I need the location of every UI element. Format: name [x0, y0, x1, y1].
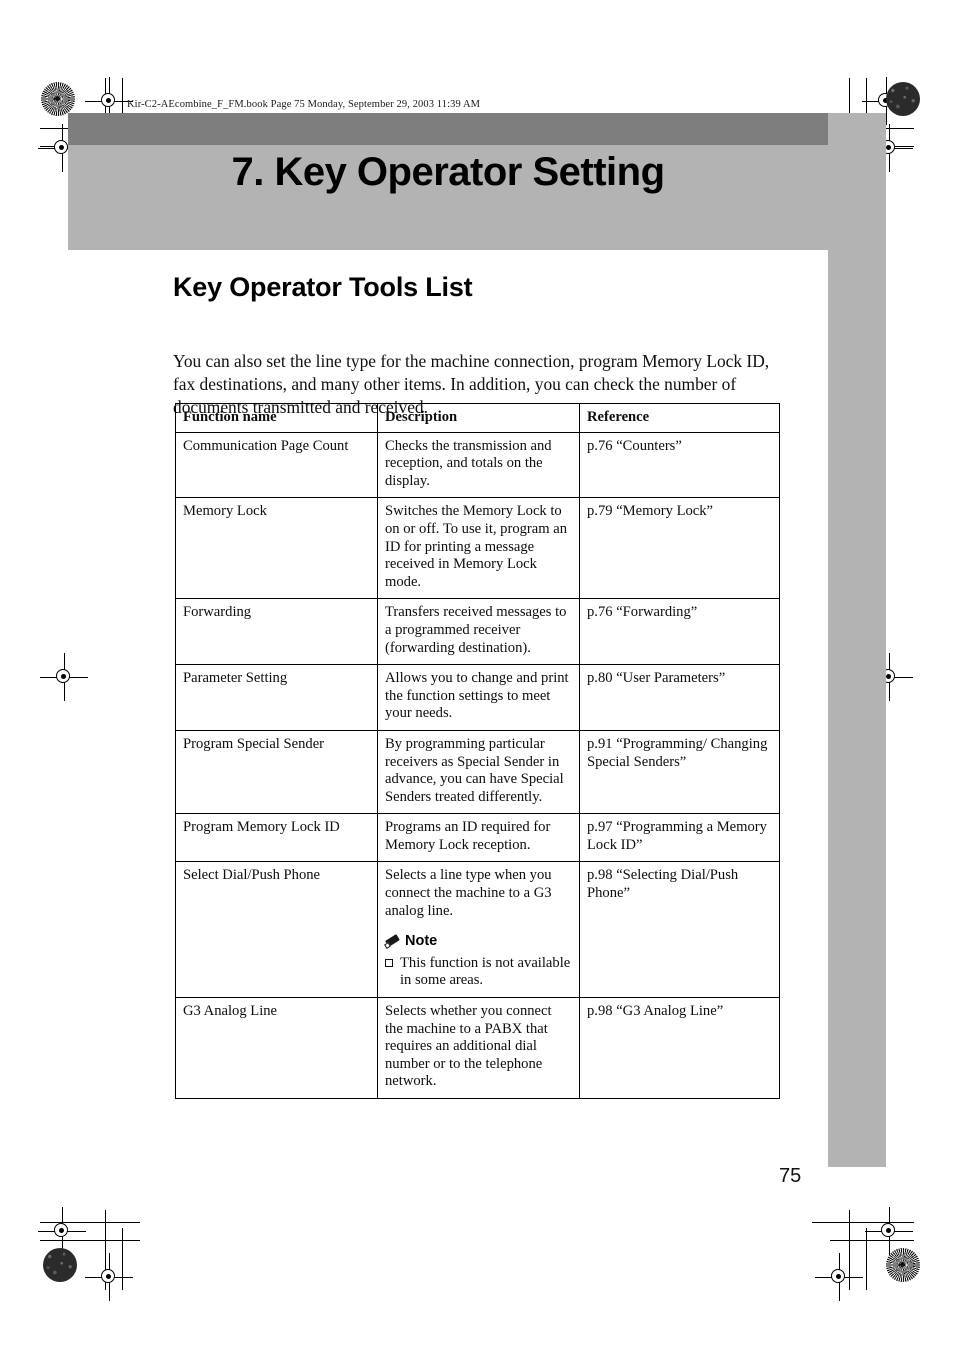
registration-mark [865, 1207, 913, 1255]
cell-reference: p.91 “Programming/ Changing Special Send… [579, 729, 780, 815]
cell-reference: p.79 “Memory Lock” [579, 497, 780, 600]
cell-description: Allows you to change and print the funct… [377, 664, 580, 731]
cell-description-text: Selects a line type when you connect the… [385, 867, 552, 919]
cell-function-name: Parameter Setting [175, 664, 378, 731]
document-page: Kir-C2-AEcombine_F_FM.book Page 75 Monda… [0, 0, 954, 1348]
cell-description: Selects a line type when you connect the… [377, 861, 580, 999]
cell-description: Checks the transmission and reception, a… [377, 431, 580, 499]
density-solid-patch [43, 1248, 77, 1282]
cell-function-name: Memory Lock [175, 497, 378, 600]
column-header-function-name: Function name [175, 403, 378, 433]
note-block: Note This function is not available in s… [384, 933, 572, 990]
density-star-patch [886, 1248, 920, 1282]
section-title: Key Operator Tools List [173, 272, 473, 302]
pencil-icon [384, 934, 400, 949]
cell-description: Transfers received messages to a program… [377, 598, 580, 666]
note-label: Note [405, 933, 438, 950]
note-heading: Note [384, 933, 572, 951]
cell-function-name: Communication Page Count [175, 431, 378, 499]
cell-function-name: G3 Analog Line [175, 997, 378, 1099]
cell-reference: p.98 “Selecting Dial/Push Phone” [579, 861, 780, 999]
cell-description: Selects whether you connect the machine … [377, 997, 580, 1099]
trim-line [866, 1228, 867, 1290]
note-item-text: This function is not available in some a… [400, 954, 571, 989]
cell-description: By programming particular receivers as S… [377, 729, 580, 815]
table-row: Parameter Setting Allows you to change a… [175, 664, 780, 731]
cell-function-name: Program Special Sender [175, 729, 378, 815]
table-header-row: Function name Description Reference [175, 403, 780, 433]
table-row: G3 Analog Line Selects whether you conne… [175, 997, 780, 1099]
column-header-description: Description [377, 403, 580, 433]
table-row: Forwarding Transfers received messages t… [175, 598, 780, 666]
chapter-title: 7. Key Operator Setting [231, 150, 665, 194]
cell-function-name: Program Memory Lock ID [175, 813, 378, 863]
cell-description: Switches the Memory Lock to on or off. T… [377, 497, 580, 600]
table-row: Memory Lock Switches the Memory Lock to … [175, 497, 780, 600]
cell-description: Programs an ID required for Memory Lock … [377, 813, 580, 863]
cell-reference: p.76 “Counters” [579, 431, 780, 499]
density-star-patch [41, 82, 75, 116]
file-header-line: Kir-C2-AEcombine_F_FM.book Page 75 Monda… [127, 99, 481, 110]
registration-mark [40, 653, 88, 701]
chapter-band-dark [68, 113, 828, 145]
cell-reference: p.76 “Forwarding” [579, 598, 780, 666]
square-bullet-icon [385, 958, 393, 967]
page-number: 75 [779, 1165, 802, 1187]
cell-reference: p.80 “User Parameters” [579, 664, 780, 731]
table-row: Select Dial/Push Phone Selects a line ty… [175, 861, 780, 999]
cell-reference: p.98 “G3 Analog Line” [579, 997, 780, 1099]
registration-mark [38, 1207, 86, 1255]
cell-reference: p.97 “Programming a Memory Lock ID” [579, 813, 780, 863]
registration-mark [815, 1253, 863, 1301]
table-row: Communication Page Count Checks the tran… [175, 431, 780, 499]
density-solid-patch [886, 82, 920, 116]
registration-mark [85, 1253, 133, 1301]
note-list-item: This function is not available in some a… [385, 955, 572, 990]
cell-function-name: Select Dial/Push Phone [175, 861, 378, 999]
column-header-reference: Reference [579, 403, 780, 433]
page-side-bar [828, 113, 886, 1167]
registration-mark [85, 77, 133, 125]
key-operator-tools-table: Function name Description Reference Comm… [175, 403, 780, 1099]
cell-function-name: Forwarding [175, 598, 378, 666]
table-row: Program Memory Lock ID Programs an ID re… [175, 813, 780, 863]
table-row: Program Special Sender By programming pa… [175, 729, 780, 815]
